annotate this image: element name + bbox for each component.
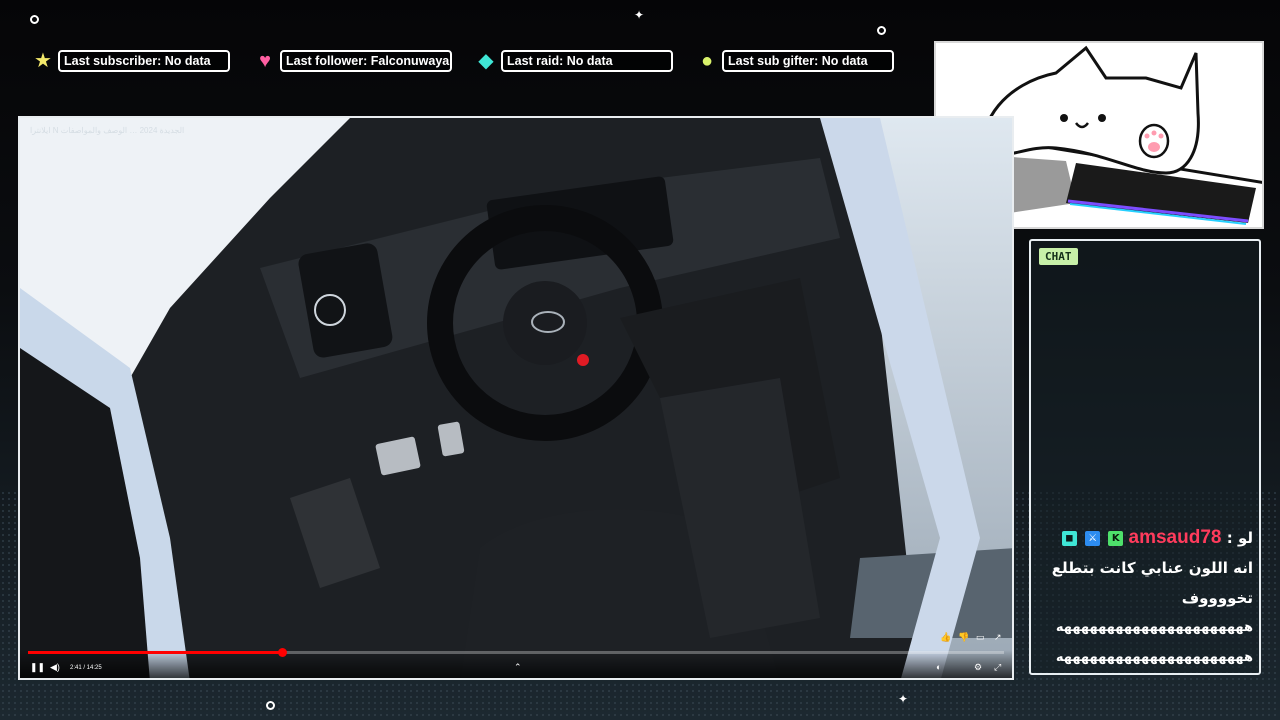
volume-icon[interactable]: ◀) xyxy=(50,662,60,672)
chevron-up-icon[interactable]: ⌃ xyxy=(514,662,522,672)
video-title: ايلانترا N الجديدة 2024 … الوصف والمواصف… xyxy=(30,126,185,135)
diamond-icon: ◆ xyxy=(478,50,494,72)
sparkle-icon: ✦ xyxy=(898,692,909,706)
progress-scrubber[interactable] xyxy=(277,648,287,657)
chat-message-header: لو : amsaud78 K ⚔ ◼ xyxy=(1037,523,1253,553)
fullscreen-icon[interactable]: ⤢ xyxy=(994,662,1001,672)
chat-message-text-line2: انه اللون عنابي كانت بتطلع xyxy=(1051,559,1253,577)
pause-icon[interactable]: ❚❚ xyxy=(30,662,45,672)
last-follower-widget: ♥ Last follower: Falconuwaya xyxy=(254,50,452,72)
chat-message-text-line4: ههههههههههههههههههههههه xyxy=(1055,620,1253,635)
subscriber-badge-icon: ◼ xyxy=(1061,531,1077,546)
video-frame-car-interior xyxy=(20,118,1012,678)
dislike-icon[interactable]: 👎 xyxy=(958,632,969,642)
chat-panel: CHAT لو : amsaud78 K ⚔ ◼ انه اللون عنابي… xyxy=(1029,239,1261,675)
player-controls: ❚❚ ◀) 2:41 / 14:25 ⌃ ◐ ⚙ ⤢ xyxy=(20,648,1012,678)
settings-icon[interactable]: ⚙ xyxy=(974,662,982,672)
share-icon[interactable]: ↗ xyxy=(994,632,1002,642)
sword-badge-icon: ⚔ xyxy=(1085,531,1101,546)
last-subscriber-widget: ★ Last subscriber: No data xyxy=(32,50,230,72)
chat-message-text-line1: لو xyxy=(1237,529,1253,547)
kick-badge-icon: K xyxy=(1108,531,1124,546)
last-subscriber-label: Last subscriber: No data xyxy=(58,50,230,72)
last-gifter-widget: ● Last sub gifter: No data xyxy=(696,50,894,72)
time-display: 2:41 / 14:25 xyxy=(70,665,102,671)
sparkle-ring-icon xyxy=(877,26,886,35)
chat-username[interactable]: amsaud78 xyxy=(1129,527,1222,548)
sparkle-ring-icon xyxy=(266,701,275,710)
chat-message-text-line5: ههههههههههههههههههههههه xyxy=(1055,650,1253,665)
chat-label: CHAT xyxy=(1039,248,1078,265)
chat-separator: : xyxy=(1226,529,1233,547)
video-player[interactable]: ايلانترا N الجديدة 2024 … الوصف والمواصف… xyxy=(18,116,1014,680)
progress-fill xyxy=(28,651,282,654)
comment-icon[interactable]: ▭ xyxy=(976,632,985,642)
gift-icon: ● xyxy=(700,50,714,72)
last-follower-label: Last follower: Falconuwaya xyxy=(280,50,452,72)
progress-bar[interactable] xyxy=(28,648,1004,657)
last-raid-label: Last raid: No data xyxy=(501,50,673,72)
heart-icon: ♥ xyxy=(259,50,271,72)
star-icon: ★ xyxy=(34,50,52,72)
autoplay-toggle-icon[interactable]: ◐ xyxy=(936,662,941,672)
last-raid-widget: ◆ Last raid: No data xyxy=(475,50,673,72)
chat-message: لو : amsaud78 K ⚔ ◼ انه اللون عنابي كانت… xyxy=(1037,523,1253,673)
like-icon[interactable]: 👍 xyxy=(940,632,951,642)
sparkle-ring-icon xyxy=(30,15,39,24)
chat-message-text-line3: تخووووف xyxy=(1181,589,1253,607)
sparkle-icon: ✦ xyxy=(634,8,645,22)
last-gifter-label: Last sub gifter: No data xyxy=(722,50,894,72)
